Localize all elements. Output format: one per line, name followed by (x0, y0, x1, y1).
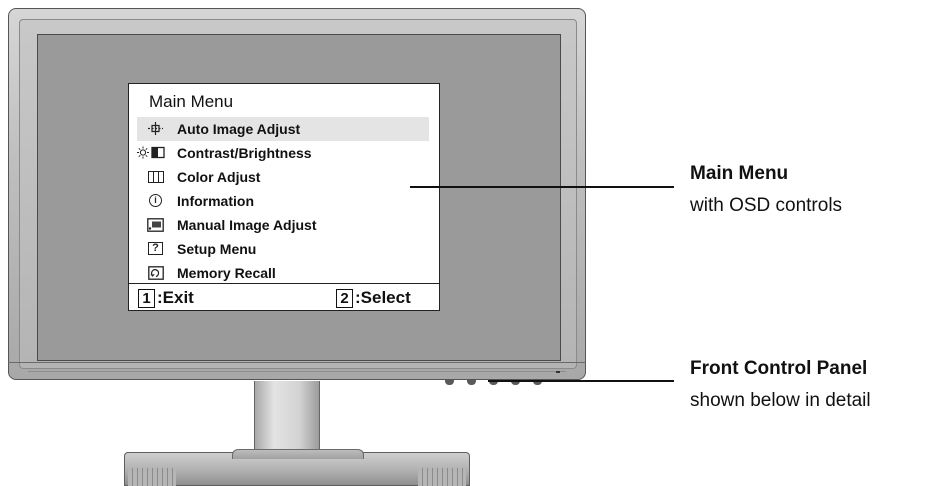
stand-foot-right (418, 468, 466, 486)
front-panel-callout-title: Front Control Panel (690, 358, 868, 379)
osd-title: Main Menu (149, 92, 234, 111)
info-icon: i (147, 193, 164, 208)
front-control-buttons (445, 380, 555, 390)
bezel-bottom-strip (8, 362, 586, 381)
color-bars-icon (147, 169, 164, 184)
osd-item-label: Setup Menu (177, 241, 257, 257)
osd-item-information[interactable]: i Information (129, 189, 439, 213)
main-menu-leader-line (410, 186, 674, 188)
osd-item-auto-image-adjust[interactable]: Auto Image Adjust (137, 117, 429, 141)
power-led (556, 371, 560, 373)
stand-base-collar (232, 449, 364, 459)
select-key[interactable]: 2 :Select (336, 288, 411, 308)
exit-key-number: 1 (138, 288, 155, 308)
crosshair-icon (147, 121, 164, 136)
contrast-brightness-icon (137, 145, 167, 160)
question-icon: ? (147, 241, 164, 256)
osd-item-label: Contrast/Brightness (177, 145, 312, 161)
osd-item-color-adjust[interactable]: Color Adjust (129, 165, 439, 189)
osd-item-manual-image-adjust[interactable]: Manual Image Adjust (129, 213, 439, 237)
stand-foot-left (128, 468, 176, 486)
memory-recall-icon (147, 265, 164, 280)
control-button-1[interactable] (445, 380, 454, 385)
osd-main-menu: Main Menu Auto Image Adjust Contrast/Bri… (128, 83, 440, 311)
osd-item-label: Memory Recall (177, 265, 276, 281)
front-panel-leader-line (488, 380, 674, 382)
main-menu-callout-subtitle: with OSD controls (690, 195, 843, 216)
osd-item-memory-recall[interactable]: Memory Recall (129, 261, 439, 285)
front-panel-callout-subtitle: shown below in detail (690, 390, 871, 411)
control-button-2[interactable] (467, 380, 476, 385)
select-key-label: :Select (355, 288, 411, 307)
osd-item-label: Information (177, 193, 254, 209)
exit-key-label: :Exit (157, 288, 194, 307)
main-menu-callout-title: Main Menu (690, 163, 789, 184)
osd-item-label: Manual Image Adjust (177, 217, 317, 233)
manual-adjust-icon (147, 217, 164, 232)
osd-item-label: Color Adjust (177, 169, 261, 185)
osd-item-setup-menu[interactable]: ? Setup Menu (129, 237, 439, 261)
exit-key[interactable]: 1 :Exit (138, 288, 194, 308)
osd-item-label: Auto Image Adjust (177, 121, 301, 137)
osd-menu-list: Auto Image Adjust Contrast/Brightness Co… (129, 117, 439, 285)
osd-item-contrast-brightness[interactable]: Contrast/Brightness (129, 141, 439, 165)
select-key-number: 2 (336, 288, 353, 308)
osd-footer: 1 :Exit 2 :Select (129, 283, 439, 310)
stand-neck (254, 381, 320, 455)
